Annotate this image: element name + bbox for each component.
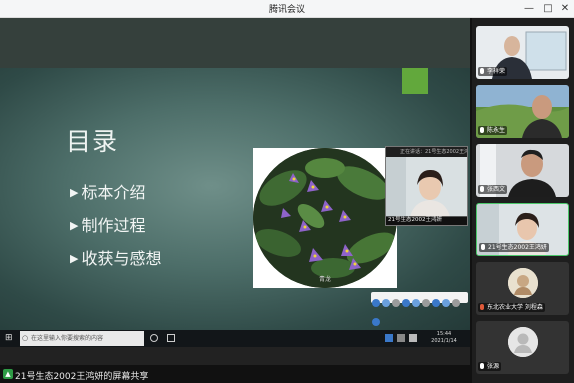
shared-screen[interactable]: 目录 ▶ 标本介绍 ▶ 制作过程 ▶ 收获与感想 青龙 正在讲话：21号生态20… xyxy=(0,18,470,365)
bullet-arrow-icon: ▶ xyxy=(70,252,79,265)
windows-taskbar: ⊞ ○ 在这里输入你要搜索的内容 15:44 2021/1/14 xyxy=(0,330,470,347)
user-avatar-icon xyxy=(508,268,538,298)
microphone-icon xyxy=(480,68,484,74)
flower-image xyxy=(253,148,397,288)
undo-icon[interactable] xyxy=(422,299,430,307)
participant-name: 东北农业大学 刘程森 xyxy=(478,303,545,312)
participant-tile[interactable]: 东北农业大学 刘程森 xyxy=(476,262,569,315)
bullet-arrow-icon: ▶ xyxy=(70,219,79,232)
floating-speaker-video[interactable]: 正在讲话：21号生态2002王鸿妍 21号生态2002王鸿妍 xyxy=(385,146,468,226)
speaker-name: 21号生态2002王鸿妍 xyxy=(386,216,467,225)
close-button[interactable]: ✕ xyxy=(556,0,574,18)
participant-tile[interactable]: 陈永生 xyxy=(476,85,569,138)
microphone-icon xyxy=(481,244,485,250)
slide-decoration xyxy=(402,68,428,94)
taskbar-search[interactable]: ○ 在这里输入你要搜索的内容 xyxy=(20,331,144,346)
title-bar: 腾讯会议 — □ ✕ xyxy=(0,0,574,18)
search-icon: ○ xyxy=(22,334,29,342)
pen-tool-icon[interactable] xyxy=(372,299,380,307)
task-view-icon[interactable] xyxy=(167,334,175,342)
save-icon[interactable] xyxy=(442,299,450,307)
specimen-photo: 青龙 xyxy=(253,148,397,288)
participant-name: 陈永生 xyxy=(478,126,508,135)
windows-start-icon[interactable]: ⊞ xyxy=(5,334,14,343)
microphone-icon xyxy=(480,363,484,369)
meeting-app: 腾讯会议 — □ ✕ 目录 ▶ 标本介绍 ▶ 制作过程 ▶ 收获与感想 青龙 正… xyxy=(0,0,574,383)
maximize-button[interactable]: □ xyxy=(539,0,557,18)
annotation-toolbar[interactable] xyxy=(371,292,468,326)
microphone-icon xyxy=(480,304,484,310)
eraser-icon[interactable] xyxy=(392,299,400,307)
participant-name: 张西文 xyxy=(478,185,508,194)
tray-icon[interactable] xyxy=(397,334,405,342)
shape-tool-icon[interactable] xyxy=(402,299,410,307)
participant-name: 李祥荣 xyxy=(478,67,508,76)
participant-tile-active[interactable]: 21号生态2002王鸿妍 xyxy=(476,203,569,256)
participant-name: 张源 xyxy=(478,362,502,371)
photo-caption: 青龙 xyxy=(319,276,332,283)
table-of-contents: ▶ 标本介绍 ▶ 制作过程 ▶ 收获与感想 xyxy=(70,179,161,278)
microphone-icon xyxy=(480,127,484,133)
screen-top-strip xyxy=(0,18,470,68)
taskbar-clock[interactable]: 15:44 2021/1/14 xyxy=(424,331,464,345)
speaker-bar: 正在讲话：21号生态2002王鸿妍 xyxy=(386,147,467,157)
participant-tile[interactable]: 张源 xyxy=(476,321,569,374)
window-title: 腾讯会议 xyxy=(268,5,305,15)
participant-tile[interactable]: 李祥荣 xyxy=(476,26,569,79)
screen-share-status: ▲ 21号生态2002王鸿妍的屏幕共享 xyxy=(0,365,470,383)
participant-sidebar[interactable]: 李祥荣 陈永生 张西文 21号生态2002王鸿妍 东北农业大学 刘程森 张源 xyxy=(470,18,574,383)
participant-tile[interactable]: 张西文 xyxy=(476,144,569,197)
toc-item: ▶ 标本介绍 xyxy=(70,183,146,202)
user-avatar-icon xyxy=(508,327,538,357)
slide-title: 目录 xyxy=(66,127,119,156)
tray-icon[interactable] xyxy=(385,334,393,342)
settings-icon[interactable] xyxy=(452,299,460,307)
bullet-arrow-icon: ▶ xyxy=(70,186,79,199)
volume-icon[interactable] xyxy=(409,334,417,342)
minimize-button[interactable]: — xyxy=(520,0,538,18)
screen-share-icon: ▲ xyxy=(3,369,13,379)
close-tools-icon[interactable] xyxy=(372,318,380,326)
participant-name: 21号生态2002王鸿妍 xyxy=(479,243,549,252)
microphone-icon xyxy=(480,186,484,192)
sidebar-divider xyxy=(470,18,472,383)
speaker-camera-feed xyxy=(386,157,467,217)
presentation-slide: 目录 ▶ 标本介绍 ▶ 制作过程 ▶ 收获与感想 青龙 正在讲话：21号生态20… xyxy=(0,68,470,330)
highlighter-icon[interactable] xyxy=(382,299,390,307)
color-picker-icon[interactable] xyxy=(432,299,440,307)
screen-share-label: 21号生态2002王鸿妍的屏幕共享 xyxy=(15,372,149,382)
cortana-icon[interactable] xyxy=(150,334,158,342)
text-tool-icon[interactable] xyxy=(412,299,420,307)
toc-item: ▶ 制作过程 xyxy=(70,216,146,235)
toc-item: ▶ 收获与感想 xyxy=(70,249,162,268)
